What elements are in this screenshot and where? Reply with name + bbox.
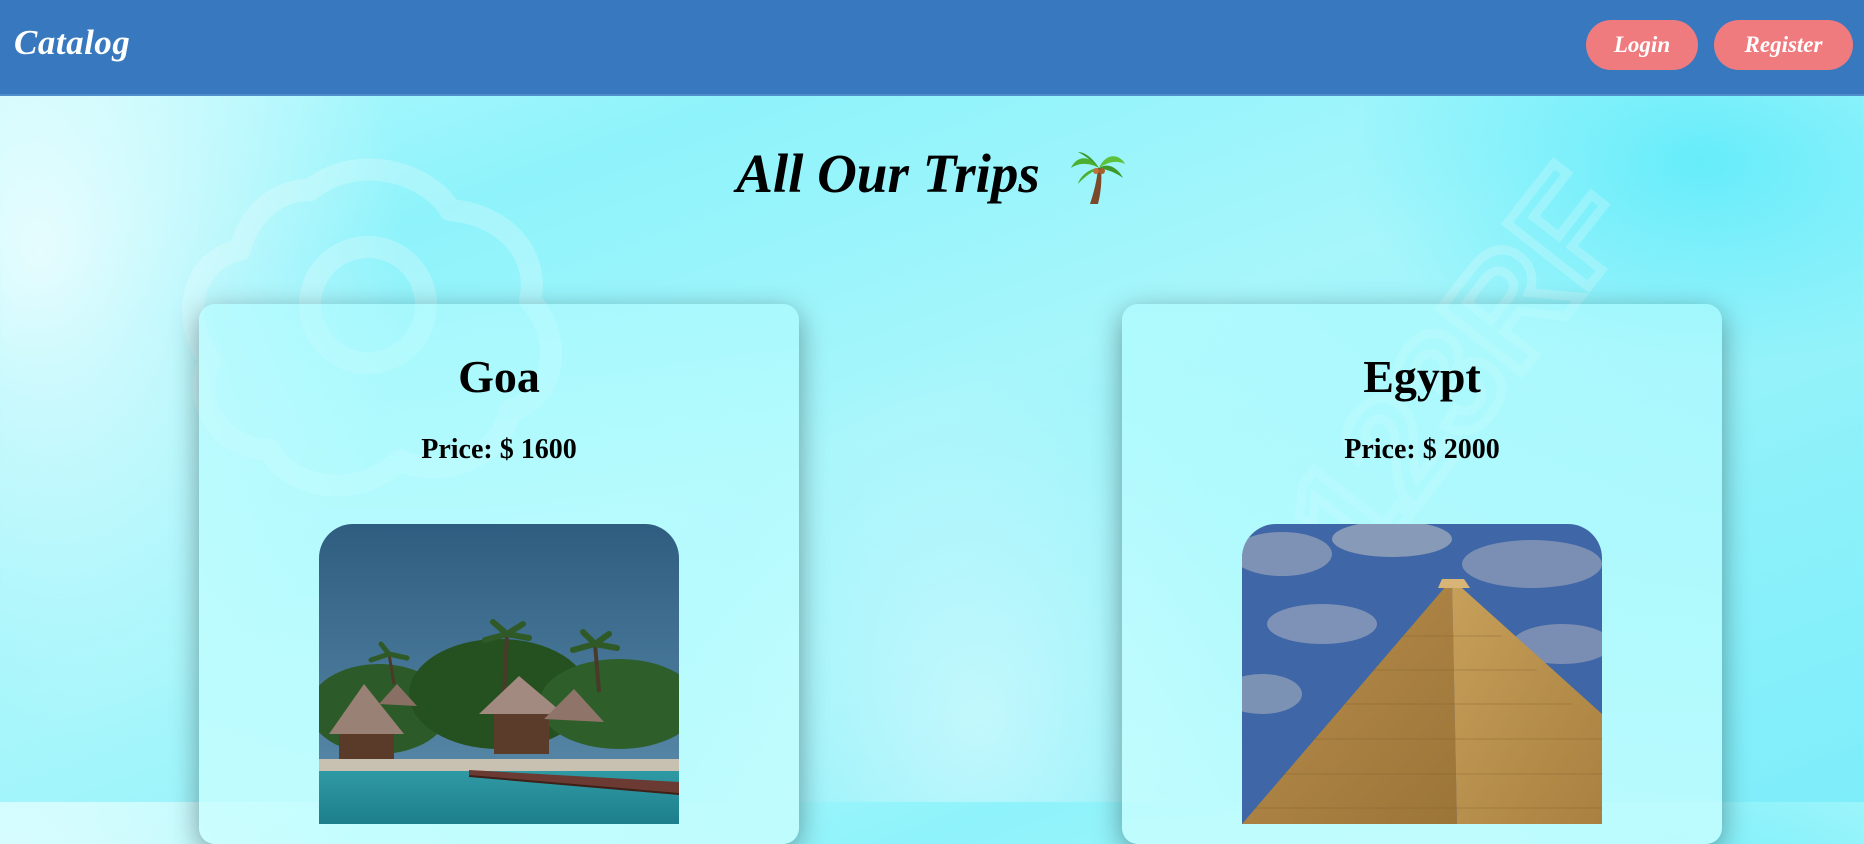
trip-card-goa[interactable]: Goa Price: $ 1600 xyxy=(199,304,799,844)
brand-logo[interactable]: Catalog xyxy=(14,23,130,63)
top-navbar: Catalog Login Register xyxy=(0,0,1864,96)
login-button[interactable]: Login xyxy=(1586,20,1698,70)
trip-name: Egypt xyxy=(1363,351,1481,402)
page-title: All Our Trips xyxy=(0,142,1864,205)
page-title-text: All Our Trips xyxy=(736,143,1040,204)
trip-price: Price: $ 2000 xyxy=(1344,434,1500,465)
trip-name: Goa xyxy=(458,351,540,402)
tropical-resort-photo xyxy=(319,524,679,824)
trip-card-egypt[interactable]: Egypt Price: $ 2000 xyxy=(1122,304,1722,844)
trip-image-goa[interactable] xyxy=(319,524,679,824)
trip-image-egypt[interactable] xyxy=(1242,524,1602,824)
register-button[interactable]: Register xyxy=(1714,20,1853,70)
trip-price: Price: $ 1600 xyxy=(421,434,577,465)
palm-tree-icon xyxy=(1070,151,1125,204)
pyramid-photo xyxy=(1242,524,1602,824)
